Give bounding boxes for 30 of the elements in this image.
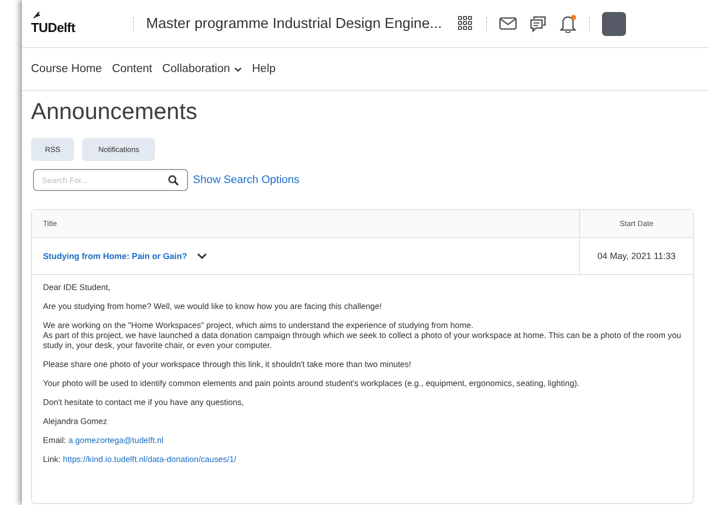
- avatar[interactable]: [602, 12, 626, 36]
- chat-icon[interactable]: [528, 14, 547, 32]
- paragraph: Your photo will be used to identify common elements and pain points around student's workplaces (e.g., equipment, ergonomics, seating, lighting).: [43, 378, 580, 389]
- search-field[interactable]: Search For...: [33, 169, 188, 191]
- link[interactable]: https://kind.io.tudelft.nl/data-donation/causes/1/: [62, 454, 236, 464]
- table-cell-text: 04 May, 2021 11:33: [596, 250, 677, 263]
- paragraph: We are working on the "Home Workspaces" project, which aims to understand the experience of studying from home. As part of this project, we have launched a data donation campaign through which we seek to collect a photo of your workspace at home. This can be a photo of the room you study in, your desk, your favorite chair, or even your computer.: [43, 320, 682, 351]
- chevron-icon[interactable]: [197, 253, 208, 259]
- apps-grid-icon[interactable]: [458, 16, 474, 32]
- bell-icon[interactable]: [558, 14, 577, 33]
- course-title[interactable]: Master programme Industrial Design Engine...: [146, 14, 444, 34]
- nav-link[interactable]: Collaboration: [162, 63, 242, 75]
- search-icon[interactable]: [168, 175, 179, 186]
- paragraph: Dear IDE Student,: [43, 283, 112, 293]
- field-label: Email:: [43, 434, 66, 445]
- nav-link[interactable]: Help: [252, 63, 276, 75]
- logo[interactable]: TUDelft: [31, 10, 78, 36]
- announcement-link[interactable]: Studying from Home: Pain or Gain?: [43, 251, 188, 261]
- nav-link[interactable]: Content: [112, 63, 152, 75]
- link[interactable]: a.gomezortega@tudelft.nl: [68, 434, 164, 445]
- paragraph: Please share one photo of your workspace through this link, it shouldn't take more than two minutes!: [43, 360, 412, 370]
- field-label: Link:: [43, 454, 61, 464]
- paragraph: Alejandra Gomez: [43, 416, 108, 427]
- mail-icon[interactable]: [498, 17, 517, 30]
- paragraph: Are you studying from home? Well, we would like to know how you are facing this challenge!: [43, 302, 383, 312]
- search-options-link[interactable]: Show Search Options: [193, 174, 300, 186]
- page-title: Announcements: [31, 98, 198, 125]
- paragraph: Don't hesitate to contact me if you have any questions,: [43, 398, 245, 408]
- chevron-icon[interactable]: [234, 66, 242, 72]
- nav-link[interactable]: Course Home: [31, 63, 102, 75]
